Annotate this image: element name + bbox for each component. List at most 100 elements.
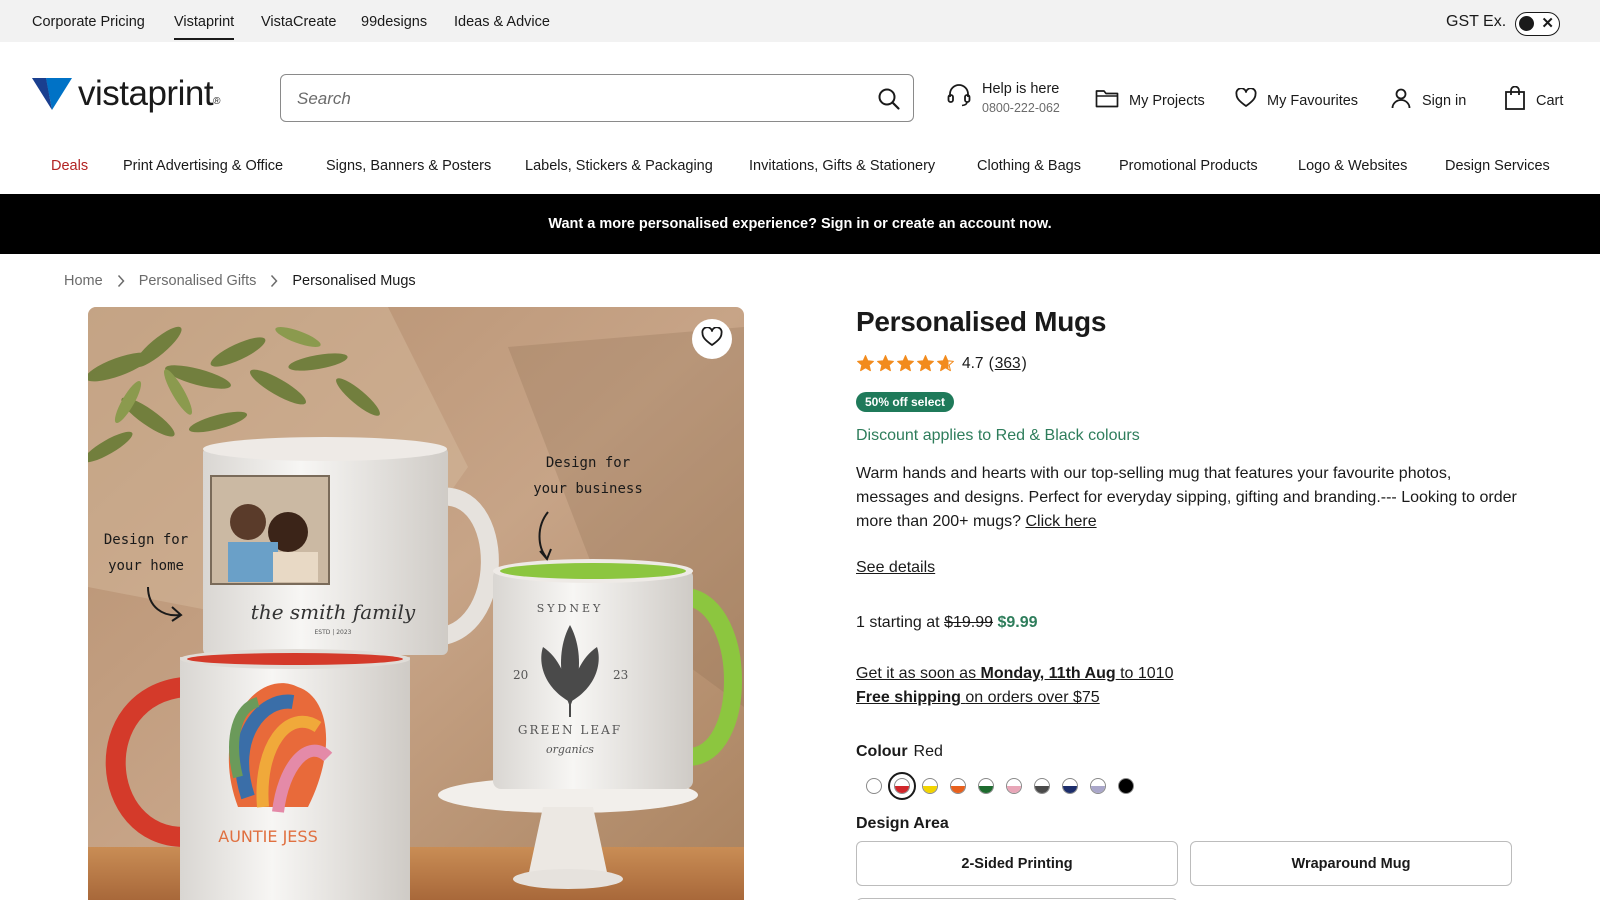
- colour-swatch-green[interactable]: [972, 772, 1000, 800]
- star-icon: [897, 355, 914, 372]
- price-prefix: 1 starting at: [856, 614, 940, 631]
- sign-in-link[interactable]: Sign in: [1390, 87, 1466, 114]
- delivery-info: Get it as soon as Monday, 11th Aug to 10…: [856, 662, 1173, 710]
- colour-label: Colour: [856, 743, 908, 760]
- close-icon: ✕: [1541, 15, 1554, 32]
- nav-print-advertising[interactable]: Print Advertising & Office: [123, 158, 283, 174]
- folder-icon: [1095, 88, 1119, 113]
- design-option-2-sided[interactable]: 2-Sided Printing: [856, 841, 1178, 886]
- breadcrumb-home[interactable]: Home: [64, 273, 103, 289]
- nav-signs-banners[interactable]: Signs, Banners & Posters: [326, 158, 491, 174]
- mug-green-sub: organics: [546, 743, 594, 756]
- headset-icon: [946, 82, 972, 113]
- tax-toggle-label: GST Ex.: [1446, 13, 1507, 30]
- review-count-link[interactable]: 363: [995, 355, 1021, 373]
- bulk-order-link[interactable]: Click here: [1025, 513, 1096, 530]
- search-icon[interactable]: [877, 87, 901, 116]
- my-projects-link[interactable]: My Projects: [1095, 88, 1205, 113]
- colour-swatch-lavender[interactable]: [1084, 772, 1112, 800]
- search-box: [280, 74, 914, 122]
- product-description: Warm hands and hearts with our top-selli…: [856, 462, 1526, 534]
- util-link-vistacreate[interactable]: VistaCreate: [261, 14, 337, 30]
- free-shipping-suffix: on orders over $75: [965, 689, 1100, 706]
- colour-swatch-black[interactable]: [1112, 772, 1140, 800]
- see-details-link[interactable]: See details: [856, 559, 935, 577]
- rating-value: 4.7: [962, 354, 984, 372]
- product-title: Personalised Mugs: [856, 306, 1107, 337]
- description-text: Warm hands and hearts with our top-selli…: [856, 465, 1517, 530]
- free-shipping-link[interactable]: Free shipping on orders over $75: [856, 689, 1100, 706]
- sign-in-label: Sign in: [1422, 92, 1467, 109]
- vistaprint-logo[interactable]: vistaprint ®: [32, 74, 220, 114]
- colour-swatch-navy[interactable]: [1056, 772, 1084, 800]
- mug-auntie-text: AUNTIE JESS: [218, 827, 317, 846]
- help-contact[interactable]: Help is here 0800-222-062: [946, 80, 1060, 115]
- sale-price: $9.99: [997, 614, 1038, 631]
- sale-badge: 50% off select: [856, 392, 955, 412]
- tax-toggle[interactable]: ✕: [1515, 12, 1560, 36]
- help-phone: 0800-222-062: [982, 101, 1060, 115]
- breadcrumb: Home Personalised Gifts Personalised Mug…: [64, 273, 416, 289]
- colour-swatch-pink[interactable]: [1000, 772, 1028, 800]
- nav-labels-stickers[interactable]: Labels, Stickers & Packaging: [525, 158, 713, 174]
- help-label: Help is here: [982, 81, 1060, 97]
- registered-mark: ®: [213, 95, 221, 107]
- colour-selector-label: Colour Red: [856, 743, 943, 761]
- add-to-favourites-button[interactable]: [692, 319, 732, 359]
- mug-family-sub: ESTD | 2023: [315, 629, 352, 636]
- chevron-right-icon: [270, 274, 278, 288]
- swatch-dot: [894, 778, 910, 794]
- breadcrumb-personalised-gifts[interactable]: Personalised Gifts: [139, 273, 257, 289]
- star-icon: [877, 355, 894, 372]
- nav-design-services[interactable]: Design Services: [1445, 158, 1550, 174]
- swatch-dot: [1090, 778, 1106, 794]
- colour-swatch-red[interactable]: [888, 772, 916, 800]
- my-favourites-label: My Favourites: [1267, 92, 1359, 109]
- selected-colour: Red: [913, 743, 943, 760]
- util-link-ideas-advice[interactable]: Ideas & Advice: [454, 14, 550, 30]
- swatch-dot: [1062, 778, 1078, 794]
- price-line: 1 starting at $19.99 $9.99: [856, 614, 1038, 632]
- heart-icon: [701, 325, 723, 352]
- product-rating: 4.7 (363): [856, 354, 1027, 373]
- callout-business-line1: Design for: [546, 455, 630, 471]
- mug-green-right: 23: [613, 668, 628, 682]
- cart-link[interactable]: Cart: [1504, 85, 1563, 115]
- nav-clothing-bags[interactable]: Clothing & Bags: [977, 158, 1081, 174]
- delivery-date-link[interactable]: Get it as soon as Monday, 11th Aug to 10…: [856, 665, 1173, 682]
- logo-mark-icon: [32, 78, 72, 110]
- delivery-date: Monday, 11th Aug: [980, 665, 1116, 682]
- my-projects-label: My Projects: [1129, 92, 1205, 109]
- nav-logo-websites[interactable]: Logo & Websites: [1298, 158, 1407, 174]
- swatch-dot: [1034, 778, 1050, 794]
- my-favourites-link[interactable]: My Favourites: [1235, 87, 1359, 113]
- sign-in-promo-banner[interactable]: Want a more personalised experience? Sig…: [0, 194, 1600, 254]
- design-area-label: Design Area: [856, 815, 949, 832]
- nav-promotional-products[interactable]: Promotional Products: [1119, 158, 1258, 174]
- callout-business-line2: your business: [533, 481, 643, 497]
- callout-home-line1: Design for: [104, 532, 188, 548]
- search-input[interactable]: [297, 87, 857, 111]
- colour-swatch-orange[interactable]: [944, 772, 972, 800]
- star-icon: [857, 355, 874, 372]
- swatch-dot: [978, 778, 994, 794]
- heart-icon: [1235, 87, 1257, 113]
- toggle-knob: [1519, 16, 1534, 31]
- colour-swatch-white[interactable]: [860, 772, 888, 800]
- nav-deals[interactable]: Deals: [51, 158, 88, 174]
- mug-family-text: the smith family: [251, 600, 416, 624]
- callout-home-line2: your home: [108, 558, 184, 574]
- swatch-dot: [1118, 778, 1134, 794]
- util-link-99designs[interactable]: 99designs: [361, 14, 427, 30]
- util-link-vistaprint[interactable]: Vistaprint: [174, 14, 235, 40]
- colour-swatch-yellow[interactable]: [916, 772, 944, 800]
- nav-invitations-gifts[interactable]: Invitations, Gifts & Stationery: [749, 158, 935, 174]
- star-icon: [917, 355, 934, 372]
- design-option-wraparound[interactable]: Wraparound Mug: [1190, 841, 1512, 886]
- discount-note: Discount applies to Red & Black colours: [856, 427, 1140, 444]
- util-link-corporate-pricing[interactable]: Corporate Pricing: [32, 14, 145, 30]
- category-nav: Deals Print Advertising & Office Signs, …: [0, 156, 1600, 192]
- colour-swatch-grey[interactable]: [1028, 772, 1056, 800]
- product-image[interactable]: the smith family ESTD | 2023 AUNTIE JESS…: [88, 307, 744, 900]
- product-photo: the smith family ESTD | 2023 AUNTIE JESS…: [88, 307, 744, 900]
